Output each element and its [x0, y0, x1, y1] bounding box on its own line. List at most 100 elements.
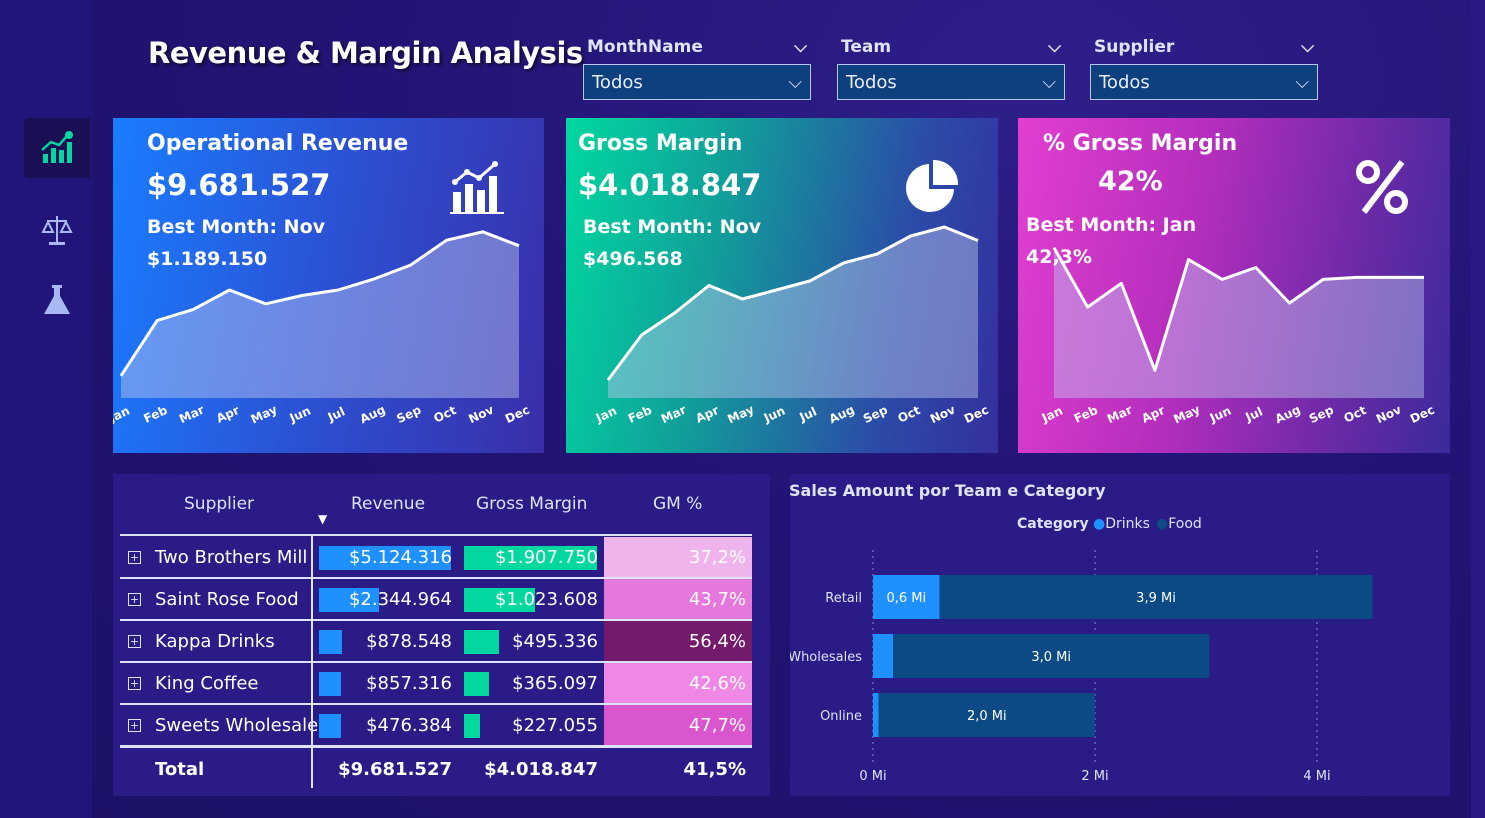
card-gross-margin: Jan Feb Mar Apr May Jun Jul Aug Sep Oct Nov Dec Gro… — [566, 118, 998, 453]
expand-icon[interactable]: + — [128, 551, 141, 564]
nav-lab[interactable] — [24, 270, 90, 330]
filter-monthname[interactable]: MonthName ⌵ Todos ⌵ — [583, 34, 811, 100]
gm-pct-value: 47,7% — [688, 715, 746, 736]
page-title: Revenue & Margin Analysis — [148, 36, 583, 70]
revenue-value: $5.124.316 — [348, 547, 452, 568]
expand-icon[interactable]: + — [128, 593, 141, 606]
filter-dropdown[interactable]: Todos ⌵ — [583, 64, 811, 100]
col-header-gross-margin[interactable]: Gross Margin — [476, 494, 587, 514]
card-title: Gross Margin — [578, 131, 743, 156]
bar-data-label: 2,0 Mi — [967, 709, 1007, 724]
percent-icon — [1356, 160, 1408, 214]
month-tick-label: Jan — [593, 404, 619, 426]
card-best-value: 42,3% — [1026, 246, 1092, 268]
col-header-gm-pct[interactable]: GM % — [653, 494, 702, 514]
bar-data-label: 3,9 Mi — [1136, 591, 1176, 606]
month-tick-label: Apr — [214, 403, 242, 426]
x-tick-label: 2 Mi — [1081, 769, 1108, 784]
total-divider — [120, 746, 752, 748]
nav-revenue[interactable] — [24, 118, 90, 178]
card-value: $4.018.847 — [578, 168, 762, 202]
table-row[interactable]: + Kappa Drinks $878.548 $495.336 56,4% — [120, 621, 752, 663]
bar-chart-money-icon — [41, 131, 73, 163]
filter-value: Todos — [592, 71, 643, 93]
month-tick-label: Mar — [659, 403, 689, 427]
gm-pct-value: 56,4% — [688, 631, 746, 652]
gm-pct-value: 43,7% — [688, 589, 746, 610]
supplier-name: King Coffee — [155, 673, 259, 694]
month-tick-label: Apr — [693, 403, 721, 426]
legend-food[interactable]: ●Food — [1156, 516, 1202, 532]
filter-dropdown[interactable]: Todos ⌵ — [837, 64, 1065, 100]
month-tick-label: Oct — [896, 403, 923, 426]
legend-title: Category — [1017, 516, 1089, 532]
revenue-value: $878.548 — [366, 631, 452, 652]
total-label: Total — [155, 759, 205, 780]
supplier-name: Sweets Wholesale — [155, 715, 319, 736]
month-tick-label: Feb — [141, 403, 169, 426]
filter-dropdown[interactable]: Todos ⌵ — [1090, 64, 1318, 100]
table-row[interactable]: + King Coffee $857.316 $365.097 42,6% — [120, 663, 752, 705]
card-best-value: $1.189.150 — [147, 248, 268, 270]
x-tick-label: 0 Mi — [859, 769, 886, 784]
card-best-label: Best Month: Nov — [583, 216, 762, 238]
table-row[interactable]: + Sweets Wholesale $476.384 $227.055 47,7% — [120, 705, 752, 747]
total-revenue: $9.681.527 — [338, 759, 452, 780]
expand-icon[interactable]: + — [128, 719, 141, 732]
revenue-value: $476.384 — [366, 715, 452, 736]
col-header-revenue[interactable]: Revenue — [351, 494, 425, 514]
expand-icon[interactable]: + — [128, 635, 141, 648]
col-header-supplier[interactable]: Supplier — [184, 494, 254, 514]
card-value: $9.681.527 — [147, 168, 331, 202]
sort-desc-icon[interactable]: ▼ — [318, 512, 327, 526]
filter-label: Team — [841, 37, 892, 57]
card-operational-revenue: Jan Feb Mar Apr May Jun Jul Aug Sep Oct Nov Dec Ope… — [113, 118, 544, 453]
chart-title: Sales Amount por Team e Category — [789, 481, 1106, 500]
right-edge — [1471, 0, 1485, 818]
month-tick-label: Jan — [1039, 404, 1065, 426]
revenue-value: $2.344.964 — [348, 589, 452, 610]
month-tick-label: Mar — [1105, 403, 1135, 427]
month-tick-label: Sep — [394, 402, 423, 426]
legend-dot: ● — [1093, 516, 1106, 532]
revenue-value: $857.316 — [366, 673, 452, 694]
chevron-down-icon[interactable]: ⌵ — [1301, 37, 1314, 57]
month-tick-label: Nov — [1374, 402, 1404, 426]
month-tick-label: Nov — [466, 402, 496, 426]
month-tick-label: Sep — [861, 402, 890, 426]
table-row[interactable]: + Saint Rose Food $2.344.964 $1.023.608 43,7… — [120, 579, 752, 621]
gm-pct-value: 42,6% — [688, 673, 746, 694]
x-tick-label: 4 Mi — [1303, 769, 1330, 784]
chart-up-icon — [450, 161, 504, 214]
card-value: 42% — [1098, 166, 1163, 197]
margin-value: $1.907.750 — [494, 547, 598, 568]
month-tick-label: Mar — [177, 403, 207, 427]
y-category-label: Online — [820, 709, 862, 724]
month-tick-label: Jul — [325, 404, 347, 424]
month-tick-label: Oct — [432, 403, 459, 426]
month-tick-label: Sep — [1307, 402, 1336, 426]
month-tick-label: Jul — [1242, 404, 1264, 424]
sidebar — [0, 0, 92, 818]
y-category-label: Wholesales — [790, 650, 862, 665]
y-category-label: Retail — [825, 591, 862, 606]
chevron-down-icon[interactable]: ⌵ — [1048, 37, 1061, 57]
chevron-down-icon: ⌵ — [1295, 71, 1309, 93]
card-best-label: Best Month: Nov — [147, 216, 326, 238]
table-row[interactable]: + Two Brothers Mill $5.124.316 $1.907.750 37… — [120, 537, 752, 579]
month-tick-label: Dec — [1408, 403, 1437, 426]
chevron-down-icon[interactable]: ⌵ — [794, 37, 807, 57]
bar-data-label: 0,6 Mi — [886, 591, 926, 606]
column-divider — [311, 536, 313, 788]
margin-value: $1.023.608 — [494, 589, 598, 610]
month-tick-label: Aug — [1273, 402, 1303, 426]
legend-drinks[interactable]: ●Drinks — [1093, 516, 1150, 532]
nav-balance[interactable] — [24, 200, 90, 260]
sparkline-area — [1054, 247, 1424, 398]
filter-team[interactable]: Team ⌵ Todos ⌵ — [837, 34, 1065, 100]
month-tick-label: Dec — [962, 403, 991, 426]
filter-supplier[interactable]: Supplier ⌵ Todos ⌵ — [1090, 34, 1318, 100]
chevron-down-icon: ⌵ — [1042, 71, 1056, 93]
month-tick-label: May — [725, 402, 756, 426]
expand-icon[interactable]: + — [128, 677, 141, 690]
